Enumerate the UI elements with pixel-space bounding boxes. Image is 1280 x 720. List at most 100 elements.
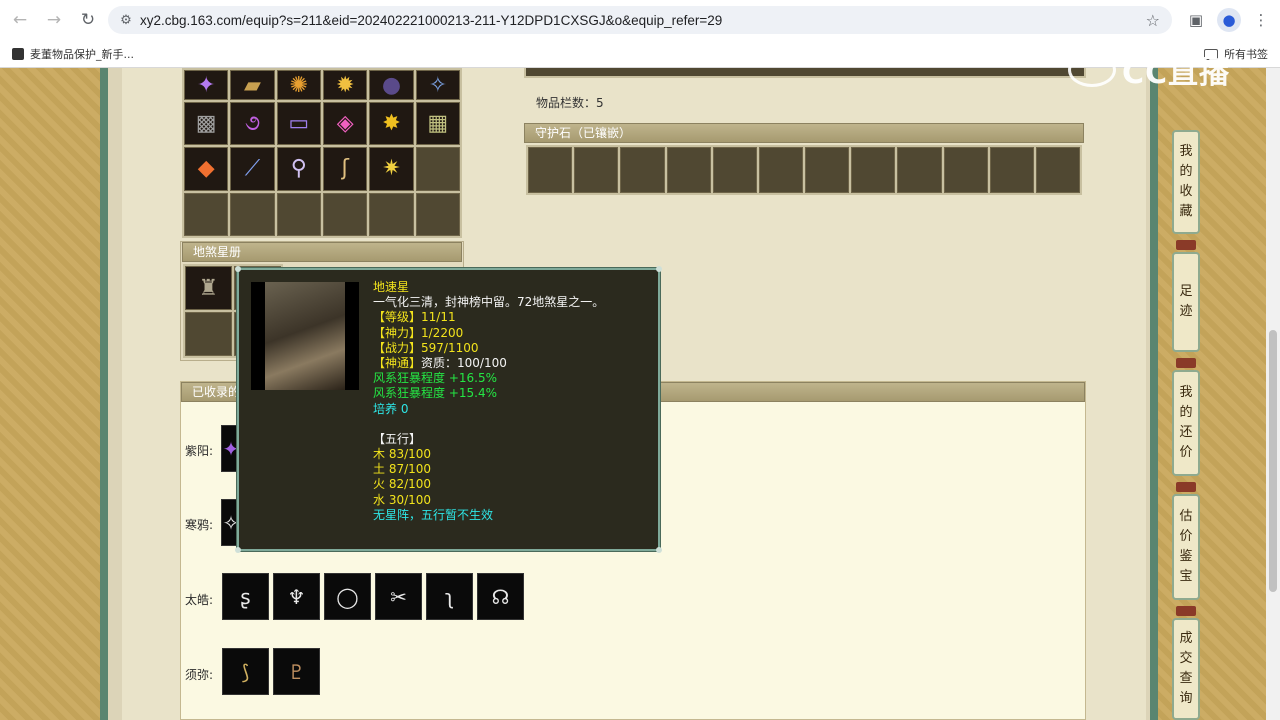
url-text[interactable]: xy2.cbg.163.com/equip?s=211&eid=20240222… [140, 13, 722, 28]
bell-icon: ♇ [287, 659, 306, 684]
item-slot-empty[interactable] [369, 192, 414, 236]
cc-logo-icon [1068, 53, 1116, 87]
item-slot-empty[interactable] [230, 192, 275, 236]
star-bonus: 风系狂暴程度 +16.5% [373, 371, 497, 386]
shoes-icon: ✂ [390, 584, 407, 609]
hook-icon: ʃ [341, 156, 349, 182]
nav-char: 我 [1179, 385, 1193, 400]
guard-stone-slot[interactable] [712, 147, 757, 193]
star-name: 地速星 [373, 280, 410, 294]
collected-item[interactable]: ☊ [477, 573, 524, 620]
back-arrow-icon[interactable]: ← [4, 4, 36, 36]
necklace-icon: ⟆ [241, 659, 250, 684]
scroll-thumb[interactable] [1269, 330, 1277, 592]
wuxing-title: 【五行】 [373, 431, 422, 446]
item-slot[interactable]: ✷ [369, 147, 414, 191]
sidebar-icon[interactable]: ▣ [1184, 8, 1208, 32]
my-counteroffers-button[interactable]: 我 的 还 价 [1172, 370, 1200, 476]
star-bonus: 风系狂暴程度 +15.4% [373, 386, 497, 401]
nav-char: 查 [1179, 671, 1193, 686]
blade-icon: ʅ [444, 584, 455, 609]
forward-arrow-icon[interactable]: → [38, 4, 70, 36]
item-slot[interactable]: ✹ [322, 70, 368, 100]
appraisal-button[interactable]: 估 价 鉴 宝 [1172, 494, 1200, 600]
collected-item[interactable]: ✂ [375, 573, 422, 620]
bookmark-label: 麦董物品保护_新手... [30, 48, 134, 61]
guard-stone-slot[interactable] [528, 147, 573, 193]
item-slot[interactable]: ⟋ [230, 147, 275, 191]
item-slot[interactable]: ૭ [230, 102, 275, 146]
wuxing-earth: 土 87/100 [373, 462, 432, 477]
address-bar[interactable]: ⚙ xy2.cbg.163.com/equip?s=211&eid=202402… [108, 6, 1172, 34]
menu-icon[interactable]: ⋮ [1249, 8, 1273, 32]
footprints-button[interactable]: 足 迹 [1172, 252, 1200, 352]
guard-stone-slot[interactable] [897, 147, 942, 193]
helmet-icon: ☊ [491, 584, 510, 609]
item-slot[interactable]: ✸ [369, 102, 414, 146]
collected-row-label: 紫阳: [185, 444, 214, 458]
nav-char: 交 [1179, 651, 1193, 666]
item-slot[interactable]: ▭ [276, 102, 321, 146]
reload-icon[interactable]: ↻ [72, 4, 104, 36]
crystal-icon: ◆ [197, 156, 215, 182]
profile-icon[interactable]: ● [1217, 8, 1241, 32]
collected-item[interactable]: ⟆ [222, 648, 269, 695]
guard-stone-slot[interactable] [620, 147, 665, 193]
star-card-slot[interactable]: ♜ [185, 266, 232, 310]
my-favorites-button[interactable]: 我 的 收 藏 [1172, 130, 1200, 234]
item-slot[interactable]: ▰ [230, 70, 275, 100]
watermark: CC直播 [1068, 48, 1248, 92]
item-slot[interactable]: ⚲ [276, 147, 321, 191]
page-scrollbar[interactable] [1266, 68, 1280, 720]
item-slot[interactable]: ✦ [184, 70, 229, 100]
item-slot-empty[interactable] [184, 192, 229, 236]
guard-stone-slot[interactable] [1035, 147, 1080, 193]
gold-icon: ✸ [382, 111, 401, 137]
box-icon: ▩ [195, 111, 217, 137]
item-slot-empty[interactable] [415, 147, 460, 191]
collected-item[interactable]: ♇ [273, 648, 320, 695]
collected-item[interactable]: ʂ [222, 573, 269, 620]
item-slot[interactable]: ● [369, 70, 414, 100]
item-slot-empty[interactable] [322, 192, 368, 236]
item-slot[interactable]: ✧ [415, 70, 460, 100]
item-slot-empty[interactable] [276, 192, 321, 236]
nav-separator [1176, 482, 1196, 492]
item-slot[interactable]: ◆ [184, 147, 229, 191]
cloak-icon: ♆ [287, 584, 306, 609]
nav-char: 的 [1179, 164, 1193, 179]
nav-separator [1176, 358, 1196, 368]
guard-stone-slot[interactable] [943, 147, 988, 193]
collected-item[interactable]: ♆ [273, 573, 320, 620]
nav-char: 还 [1179, 425, 1193, 440]
site-info-icon[interactable]: ⚙ [112, 13, 140, 28]
slot-count-label: 物品栏数：5 [536, 96, 604, 110]
item-slot[interactable]: ▩ [184, 102, 229, 146]
gem-icon: ✺ [289, 72, 309, 98]
guard-stone-slot[interactable] [758, 147, 803, 193]
star-desc: 一气化三清，封神榜中留。72地煞星之一。 [373, 295, 605, 310]
bookmark-item[interactable]: 麦董物品保护_新手... [12, 46, 134, 62]
star-icon[interactable]: ☆ [1146, 11, 1160, 30]
item-slot[interactable]: ✺ [276, 70, 321, 100]
guard-stone-slot[interactable] [989, 147, 1034, 193]
wuxing-wood: 木 83/100 [373, 447, 432, 462]
item-slot[interactable]: ◈ [322, 102, 368, 146]
browser-toolbar: ← → ↻ ⚙ xy2.cbg.163.com/equip?s=211&eid=… [0, 0, 1280, 40]
guard-stone-slot[interactable] [666, 147, 711, 193]
item-slot[interactable]: ʃ [322, 147, 368, 191]
collected-item[interactable]: ʅ [426, 573, 473, 620]
side-nav: 我 的 收 藏 足 迹 我 的 还 价 估 价 鉴 宝 成 交 查 询 [1160, 68, 1212, 720]
star-card-slot[interactable] [185, 312, 232, 356]
item-slot[interactable]: ▦ [415, 102, 460, 146]
nav-char: 藏 [1179, 204, 1193, 219]
star-portrait [251, 282, 359, 390]
collected-item[interactable]: ◯ [324, 573, 371, 620]
guard-stone-slot[interactable] [851, 147, 896, 193]
guard-stone-slot[interactable] [574, 147, 619, 193]
item-slot-empty[interactable] [415, 192, 460, 236]
transaction-query-button[interactable]: 成 交 查 询 [1172, 618, 1200, 720]
guard-stone-slot[interactable] [805, 147, 850, 193]
necklace-icon: ◯ [336, 584, 359, 609]
nav-char: 估 [1179, 509, 1193, 524]
